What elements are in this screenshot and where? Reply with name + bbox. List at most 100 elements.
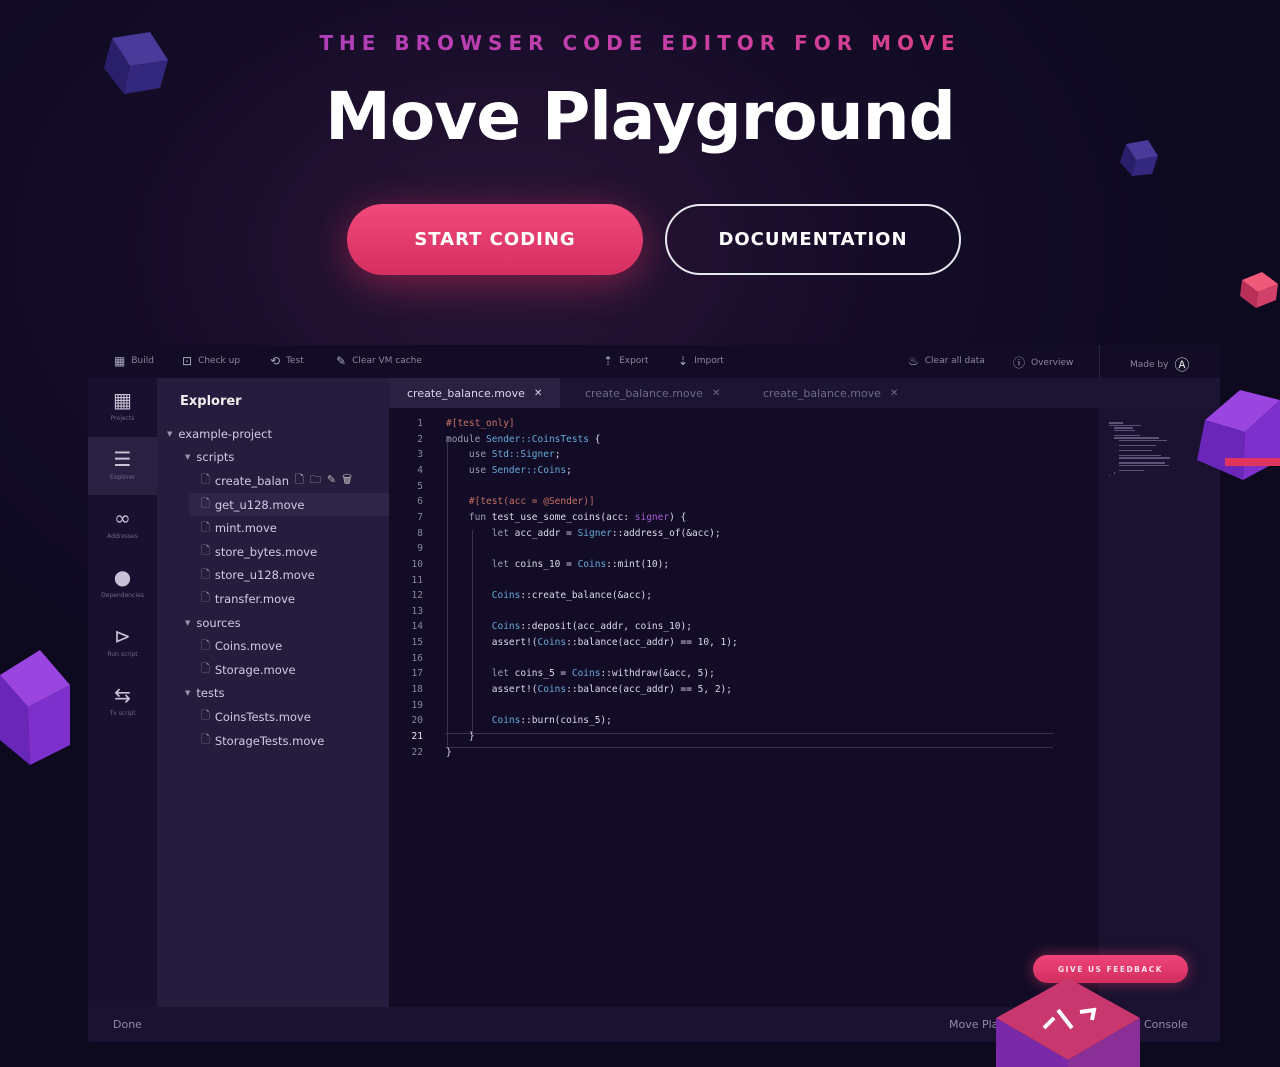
download-icon: ⇣	[678, 354, 689, 368]
explorer-title: Explorer	[180, 394, 242, 409]
minimap[interactable]	[1099, 408, 1220, 1007]
close-icon[interactable]: ✕	[890, 388, 898, 399]
tree-item-label: get_u128.move	[214, 497, 305, 512]
code-token: ::address_of(&acc);	[611, 527, 721, 539]
folder-item[interactable]: ▼ scripts	[157, 446, 389, 470]
file-actions[interactable]: 🗋🗀✎🗑	[295, 471, 358, 490]
clear-vm-label: Clear VM cache	[352, 356, 422, 366]
close-icon[interactable]: ✕	[712, 388, 720, 399]
minimap-line	[1113, 437, 1160, 439]
tab-label: create_balance.move	[763, 386, 881, 400]
code-editor[interactable]: 1 #[test_only] 2 module Sender::CoinsTests …	[389, 408, 1099, 1007]
file-item[interactable]: 🗋 get_u128.move	[189, 492, 389, 517]
folder-item[interactable]: ▼ example-project	[157, 422, 389, 446]
test-button[interactable]: ⟲ Test	[270, 354, 304, 368]
code-line: let coins_5 = Coins::withdraw(&acc, 5);	[446, 668, 715, 679]
chevron-down-icon: ▼	[185, 618, 191, 627]
code-token: module	[446, 433, 487, 445]
file-icon: 🗋	[201, 733, 210, 747]
file-item[interactable]: 🗋 store_u128.move	[189, 564, 389, 588]
documentation-button[interactable]: DOCUMENTATION	[665, 204, 961, 275]
folder-item[interactable]: ▼ tests	[157, 682, 389, 706]
list-icon: ☰	[113, 447, 132, 471]
line-number: 8	[417, 527, 423, 539]
code-line: let acc_addr = Signer::address_of(&acc);	[446, 528, 721, 539]
clear-vm-cache-button[interactable]: ✎ Clear VM cache	[336, 354, 422, 368]
code-token: {	[589, 433, 601, 445]
folder-item[interactable]: ▼ sources	[157, 611, 389, 635]
code-token: ::burn(coins_5);	[520, 715, 612, 727]
start-coding-button[interactable]: START CODING	[347, 204, 643, 275]
decorative-cube-icon	[1197, 390, 1280, 480]
line-number: 19	[411, 699, 423, 711]
build-button[interactable]: ▦ Build	[114, 354, 154, 368]
line-number: 4	[417, 464, 423, 476]
code-line: #[test(acc = @Sender)]	[446, 496, 595, 507]
tab-create-balance-3[interactable]: create_balance.move ✕	[745, 378, 916, 408]
code-token: let	[446, 527, 515, 539]
line-number: 9	[417, 543, 423, 555]
line-number: 6	[417, 496, 423, 508]
sidebar-item-addresses[interactable]: ∞ Addresses	[88, 496, 157, 554]
console-toggle[interactable]: Console	[1144, 1018, 1188, 1031]
sidebar-item-label: Run script	[107, 651, 138, 658]
import-button[interactable]: ⇣ Import	[678, 354, 724, 368]
close-icon[interactable]: ✕	[534, 388, 542, 399]
github-icon: ●	[113, 565, 132, 589]
test-label: Test	[286, 356, 304, 366]
file-item[interactable]: 🗋 mint.move	[189, 516, 389, 540]
trash-icon[interactable]: 🗑	[342, 473, 358, 486]
sidebar-item-tx-script[interactable]: ⇆ Tx script	[88, 673, 157, 731]
clear-all-data-button[interactable]: ♨ Clear all data	[908, 354, 985, 368]
tab-create-balance-1[interactable]: create_balance.move ✕	[389, 378, 561, 408]
made-by-link[interactable]: Made by Ⓐ	[1130, 354, 1189, 375]
file-item[interactable]: 🗋 CoinsTests.move	[189, 705, 389, 729]
tree-item-label: create_balan	[214, 473, 289, 488]
minimap-line	[1109, 424, 1142, 426]
code-token: assert!(	[446, 684, 538, 696]
decorative-cube-icon	[1120, 140, 1158, 176]
clear-icon: ♨	[908, 354, 919, 368]
code-line: fun test_use_some_coins(acc: signer) {	[446, 512, 686, 523]
file-item[interactable]: 🗋 create_balan 🗋🗀✎🗑	[189, 469, 389, 493]
file-item[interactable]: 🗋 StorageTests.move	[189, 729, 389, 753]
chevron-down-icon: ▼	[185, 689, 191, 698]
file-icon: 🗋	[201, 473, 210, 487]
tab-create-balance-2[interactable]: create_balance.move ✕	[567, 378, 738, 408]
new-folder-icon[interactable]: 🗀	[310, 473, 327, 486]
chevron-down-icon: ▼	[167, 429, 173, 438]
line-number: 12	[411, 590, 423, 602]
new-file-icon[interactable]: 🗋	[295, 473, 310, 486]
code-token: }	[446, 731, 475, 742]
code-token: Coins	[446, 590, 521, 602]
check-icon: ⊡	[182, 354, 193, 368]
line-number: 17	[411, 668, 423, 680]
overview-button[interactable]: ⓘ Overview	[1013, 354, 1073, 371]
sidebar-item-dependencies[interactable]: ● Dependencies	[88, 555, 157, 613]
file-item[interactable]: 🗋 Storage.move	[189, 658, 389, 682]
rename-icon[interactable]: ✎	[327, 473, 342, 486]
check-up-button[interactable]: ⊡ Check up	[182, 354, 240, 368]
tree-item-label: example-project	[178, 426, 272, 441]
code-token: ;	[566, 464, 572, 476]
code-token: }	[446, 746, 452, 758]
link-icon: ∞	[114, 506, 131, 530]
code-line: module Sender::CoinsTests {	[446, 434, 600, 445]
sidebar-item-explorer[interactable]: ☰ Explorer	[88, 437, 157, 495]
file-item[interactable]: 🗋 transfer.move	[189, 587, 389, 611]
tagline: THE BROWSER CODE EDITOR FOR MOVE	[0, 31, 1280, 55]
export-button[interactable]: ⇡ Export	[603, 354, 649, 368]
minimap-line	[1118, 469, 1144, 471]
code-token: ::withdraw(&acc, 5);	[600, 668, 715, 680]
upload-icon: ⇡	[603, 354, 614, 368]
file-item[interactable]: 🗋 Coins.move	[189, 634, 389, 658]
page-title: Move Playground	[325, 78, 956, 155]
minimap-line	[1113, 427, 1133, 429]
file-item[interactable]: 🗋 store_bytes.move	[189, 540, 389, 564]
code-cube-logo-icon	[996, 978, 1140, 1067]
sidebar-item-projects[interactable]: ▦ Projects	[88, 378, 157, 436]
code-token: Signer	[577, 527, 612, 539]
tree-item-label: transfer.move	[214, 591, 295, 606]
code-token: ) {	[669, 511, 687, 523]
sidebar-item-run-script[interactable]: ⊳ Run script	[88, 614, 157, 672]
